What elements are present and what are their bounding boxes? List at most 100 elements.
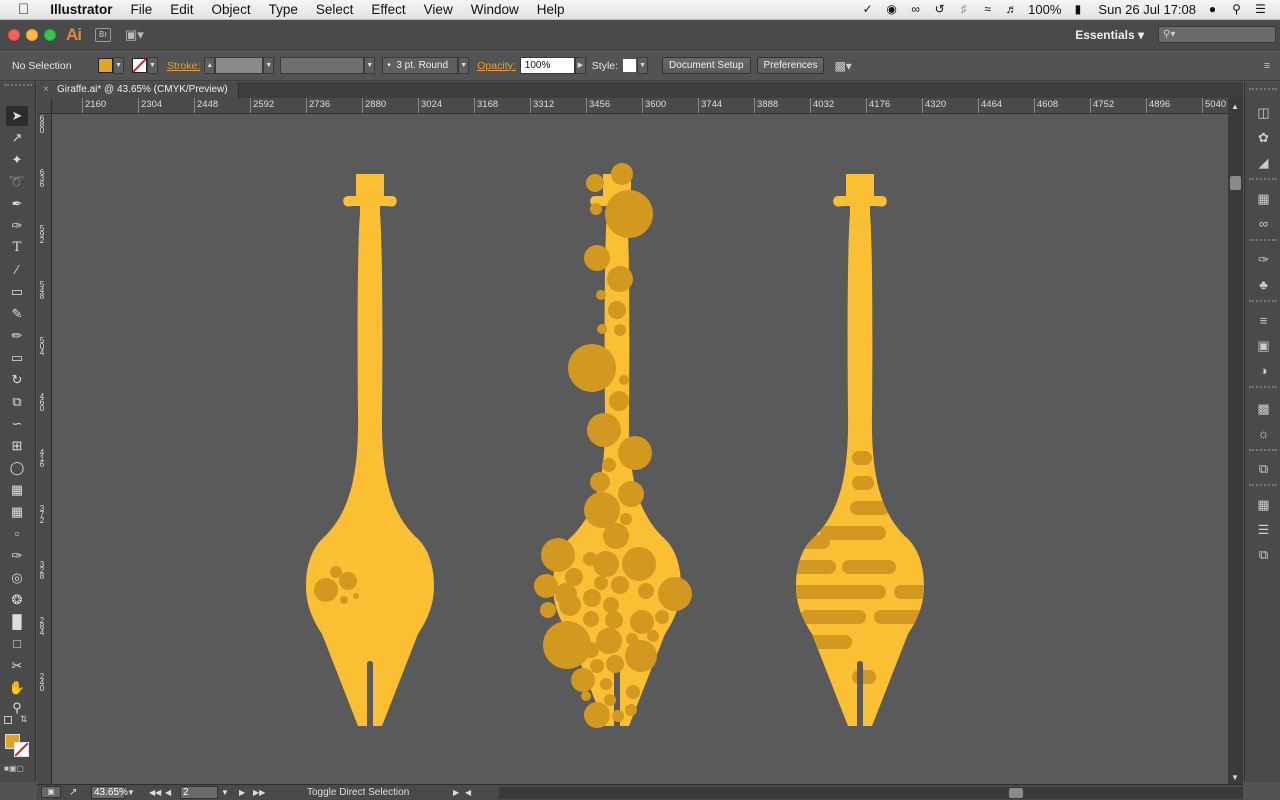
arrange-documents-icon[interactable]: ▣▾ xyxy=(125,27,144,43)
stroke-label[interactable]: Stroke: xyxy=(167,60,200,72)
lasso-tool-icon[interactable]: ➰ xyxy=(6,172,28,192)
document-setup-button[interactable]: Document Setup xyxy=(662,57,751,74)
style-dropdown[interactable]: ▼ xyxy=(637,57,649,74)
transform-panel-icon[interactable]: ▦ xyxy=(1255,496,1272,513)
status-icon[interactable]: ▣ xyxy=(41,786,61,798)
wifi-icon[interactable]: ≈ xyxy=(980,2,995,17)
horizontal-scroll-thumb[interactable] xyxy=(1009,788,1023,798)
status-menu-icon[interactable]: ▶ xyxy=(453,786,459,800)
graphic-styles-icon[interactable]: ☼ xyxy=(1255,425,1272,442)
share-icon[interactable]: ↗ xyxy=(69,786,77,800)
stroke-color-swatch[interactable] xyxy=(14,742,29,757)
column-graph-tool-icon[interactable]: █ xyxy=(6,612,28,632)
artboard-tool-icon[interactable]: □ xyxy=(6,634,28,654)
opacity-field[interactable]: 100% xyxy=(519,57,575,74)
appearance-panel-icon[interactable]: ▩ xyxy=(1255,400,1272,417)
giraffe-spotted[interactable] xyxy=(534,163,692,728)
scroll-left-icon[interactable]: ◀ xyxy=(465,786,471,800)
warp-tool-icon[interactable]: ∽ xyxy=(6,414,28,434)
rectangle-tool-icon[interactable]: ▭ xyxy=(6,282,28,302)
help-search-input[interactable]: ⚲▾ xyxy=(1158,26,1276,43)
last-artboard-icon[interactable]: ▶▶ xyxy=(253,786,265,800)
variable-width-dropdown[interactable]: ▼ xyxy=(364,57,376,74)
stroke-weight-dropdown[interactable]: ▼ xyxy=(263,57,275,74)
menu-view[interactable]: View xyxy=(415,0,462,20)
first-artboard-icon[interactable]: ◀◀ xyxy=(149,786,161,800)
menu-object[interactable]: Object xyxy=(203,0,260,20)
eyedropper-tool-icon[interactable]: ✑ xyxy=(6,546,28,566)
type-tool-icon[interactable]: T xyxy=(6,238,28,258)
symbols-panel-icon[interactable]: ♣ xyxy=(1255,276,1272,293)
menu-file[interactable]: File xyxy=(122,0,162,20)
time-machine-icon[interactable]: ↺ xyxy=(932,2,947,17)
horizontal-ruler[interactable]: 2160 2304 2448 2592 2736 2880 3024 3168 … xyxy=(52,98,1228,114)
artboard-dropdown-icon[interactable]: ▼ xyxy=(221,786,229,800)
magic-wand-tool-icon[interactable]: ✦ xyxy=(6,150,28,170)
stroke-panel-icon[interactable]: ≡ xyxy=(1255,312,1272,329)
menu-edit[interactable]: Edit xyxy=(161,0,202,20)
pencil-tool-icon[interactable]: ✏ xyxy=(6,326,28,346)
document-tab[interactable]: × Giraffe.ai* @ 43.65% (CMYK/Preview) xyxy=(37,82,239,98)
close-tab-icon[interactable]: × xyxy=(43,82,49,98)
direct-selection-tool-icon[interactable]: ↗ xyxy=(6,128,28,148)
vertical-scrollbar[interactable]: ▲ ▼ xyxy=(1228,98,1243,784)
brushes-panel-icon[interactable]: ✑ xyxy=(1255,251,1272,268)
blend-tool-icon[interactable]: ◎ xyxy=(6,568,28,588)
shape-builder-tool-icon[interactable]: ◯ xyxy=(6,458,28,478)
pathfinder-panel-icon[interactable]: ⧉ xyxy=(1255,546,1272,563)
giraffe-striped[interactable] xyxy=(790,174,934,726)
stroke-weight-field[interactable] xyxy=(215,57,264,74)
color-mode-icons[interactable]: ■▣▢ xyxy=(4,764,24,773)
transparency-panel-icon[interactable]: ◑ xyxy=(1255,362,1272,379)
vertical-ruler[interactable]: 680 636 592 548 504 460 416 372 328 284 … xyxy=(37,114,52,784)
line-tool-icon[interactable]: ∕ xyxy=(6,260,28,280)
scroll-up-icon[interactable]: ▲ xyxy=(1231,102,1239,111)
free-transform-tool-icon[interactable]: ⊞ xyxy=(6,436,28,456)
arrange-icon[interactable]: ▩▾ xyxy=(834,59,851,73)
style-swatch[interactable] xyxy=(622,58,638,73)
close-window-button[interactable] xyxy=(8,28,20,41)
artboard-canvas[interactable] xyxy=(52,114,1228,784)
menu-help[interactable]: Help xyxy=(528,0,574,20)
scale-tool-icon[interactable]: ⧉ xyxy=(6,392,28,412)
ruler-origin[interactable] xyxy=(37,98,52,114)
bridge-button[interactable]: Br xyxy=(95,27,111,42)
spotlight-search-icon[interactable]: ⚲ xyxy=(1229,2,1244,17)
gradient-panel-icon[interactable]: ▣ xyxy=(1255,337,1272,354)
gradient-tool-icon[interactable]: ▫ xyxy=(6,524,28,544)
battery-icon[interactable]: ▮ xyxy=(1070,2,1085,17)
artboards-panel-icon[interactable]: ⧉ xyxy=(1255,460,1272,477)
menu-type[interactable]: Type xyxy=(260,0,307,20)
stroke-dropdown[interactable]: ▼ xyxy=(147,57,158,74)
bluetooth-icon[interactable]: ♯ xyxy=(956,2,971,17)
volume-icon[interactable]: ♬ xyxy=(1004,2,1019,17)
creative-cloud-icon[interactable]: ∞ xyxy=(908,2,923,17)
menu-effect[interactable]: Effect xyxy=(362,0,414,20)
default-colors-icon[interactable] xyxy=(4,716,12,724)
eraser-tool-icon[interactable]: ▭ xyxy=(6,348,28,368)
opacity-label[interactable]: Opacity: xyxy=(477,60,516,72)
curvature-tool-icon[interactable]: ✑ xyxy=(6,216,28,236)
brush-definition[interactable]: • 3 pt. Round xyxy=(382,57,459,74)
swatches-panel-icon[interactable]: ▦ xyxy=(1255,190,1272,207)
notification-center-icon[interactable]: ☰ xyxy=(1253,2,1268,17)
vertical-scroll-thumb[interactable] xyxy=(1230,176,1241,190)
swap-colors-icon[interactable]: ⇅ xyxy=(20,714,28,725)
menu-select[interactable]: Select xyxy=(307,0,363,20)
variable-width-profile[interactable] xyxy=(280,57,365,74)
preferences-button[interactable]: Preferences xyxy=(756,57,825,74)
status-tool-hint[interactable]: Toggle Direct Selection xyxy=(307,786,409,800)
zoom-dropdown-icon[interactable]: ▼ xyxy=(127,786,135,800)
clock[interactable]: Sun 26 Jul 17:08 xyxy=(1094,2,1196,17)
paintbrush-tool-icon[interactable]: ✎ xyxy=(6,304,28,324)
hand-tool-icon[interactable]: ✋ xyxy=(6,678,28,698)
check-circle-icon[interactable]: ✓ xyxy=(860,2,875,17)
brush-dropdown[interactable]: ▼ xyxy=(458,57,470,74)
app-menu[interactable]: Illustrator xyxy=(41,0,121,20)
horizontal-scrollbar[interactable] xyxy=(499,787,1243,799)
stroke-swatch[interactable] xyxy=(132,58,147,73)
menu-window[interactable]: Window xyxy=(462,0,528,20)
panel-grip[interactable] xyxy=(4,84,32,88)
dock-grip[interactable] xyxy=(1249,88,1277,91)
fill-dropdown[interactable]: ▼ xyxy=(113,57,124,74)
